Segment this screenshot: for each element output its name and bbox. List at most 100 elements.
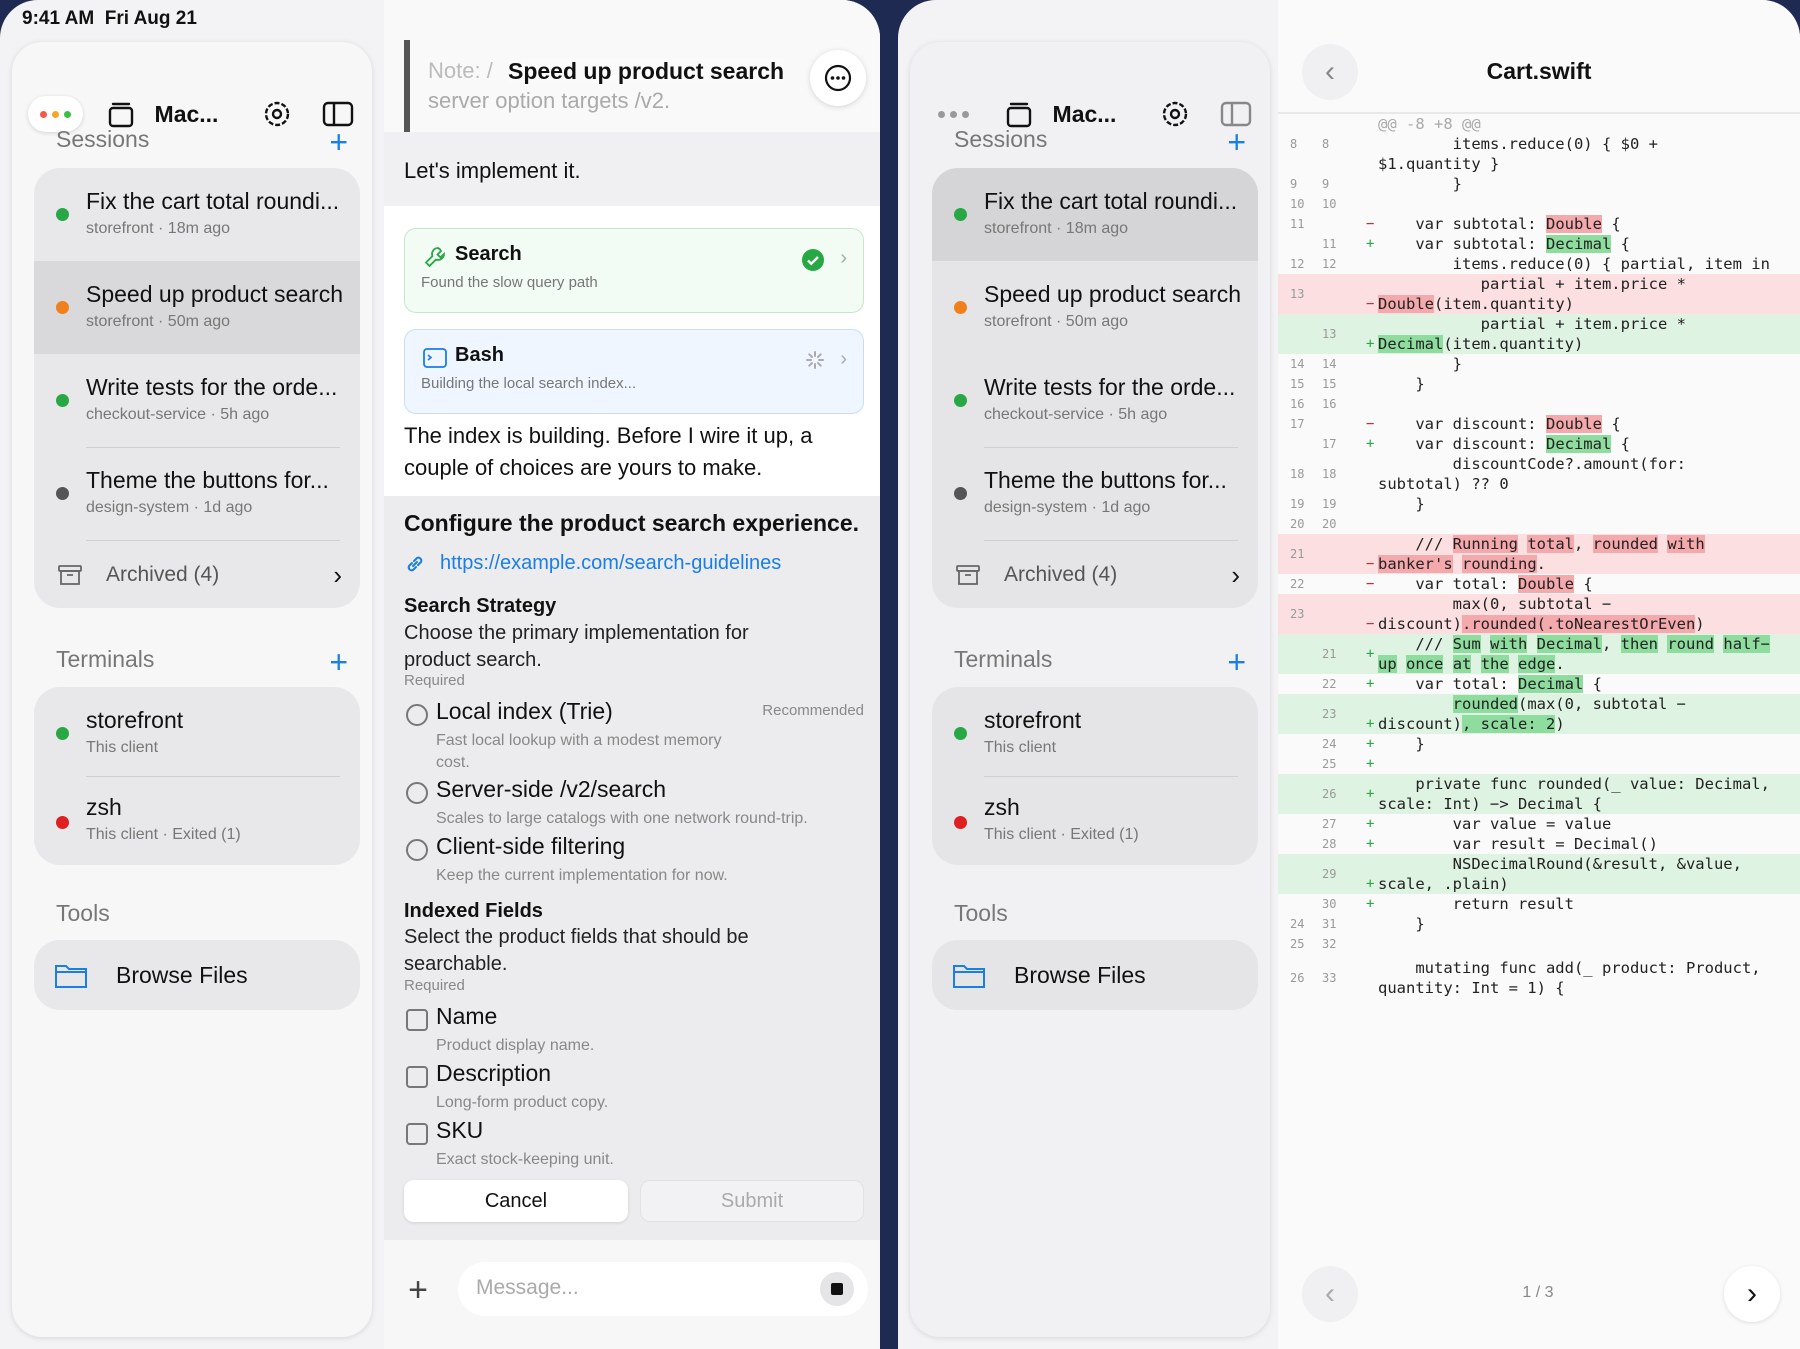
session-title: Write tests for the orde... [86,374,338,400]
session-item[interactable]: Speed up product search storefront · 50m… [932,261,1258,354]
chevron-left-icon: ‹ [1325,1277,1335,1310]
session-subtitle: storefront · 18m ago [86,220,231,237]
session-item[interactable]: Theme the buttons for... design-system ·… [932,447,1258,540]
chevron-right-icon: › [333,559,342,590]
cancel-button[interactable]: Cancel [404,1180,628,1222]
terminals-list: storefront This client zsh This client ·… [932,687,1258,865]
session-item[interactable]: Write tests for the orde... checkout-ser… [34,354,360,447]
archived-label: Archived (4) [106,563,220,586]
settings-icon[interactable] [1157,96,1192,132]
diff-line-added: 23 + rounded(max(0, subtotal − discount),… [1278,694,1800,734]
status-dot [954,727,967,740]
option-desc: Long-form product copy. [436,1094,609,1111]
ellipsis-icon [824,64,852,92]
option-desc: Keep the current implementation for now. [436,867,728,884]
terminal-title: zsh [86,794,122,820]
archived-row[interactable]: Archived (4) › [34,540,360,608]
session-item-selected[interactable]: Speed up product search storefront · 50m… [34,261,360,354]
chevron-right-icon: › [840,348,847,370]
tool-desc: Found the slow query path [421,274,598,291]
session-title: Write tests for the orde... [984,374,1236,400]
terminal-subtitle: This client · Exited (1) [86,826,241,843]
background-note: Note: / server option targets /v2. [404,40,844,132]
archived-row[interactable]: Archived (4) › [932,540,1258,608]
right-window: Mac... Sessions + Fix the cart total rou… [898,0,1800,1349]
chevron-right-icon: › [840,247,847,269]
terminal-title: storefront [984,707,1082,733]
checkbox-option[interactable]: SKU Exact stock-keeping unit. [404,1117,864,1168]
question-desc: Choose the primary implementation for pr… [404,622,749,671]
terminal-item[interactable]: zsh This client · Exited (1) [932,776,1258,865]
terminal-icon [423,348,447,368]
diff-line: 88 items.reduce(0) { $0 + $1.quantity } [1290,135,1658,173]
radio-icon [406,704,428,726]
message-input[interactable]: Message... [458,1262,868,1316]
terminal-title: storefront [86,707,184,733]
session-item-selected[interactable]: Fix the cart total roundi... storefront … [932,168,1258,261]
folder-icon [953,965,985,988]
link-icon [407,556,423,571]
message-placeholder: Message... [476,1276,579,1299]
terminal-item[interactable]: zsh This client · Exited (1) [34,776,360,865]
session-title: Fix the cart total roundi... [984,188,1238,214]
more-button[interactable] [810,50,866,106]
add-session-button[interactable]: + [1227,126,1246,158]
option-name: SKU [436,1117,484,1143]
diff-line-added: 21 + /// Sum with Decimal, then round hal… [1278,634,1800,674]
status-dot [954,394,967,407]
user-message: Let's implement it. [404,158,581,183]
tools-heading: Tools [56,900,110,926]
tool-call-bash[interactable]: Bash Building the local search index... … [404,329,864,414]
spinner-icon [806,351,824,369]
prev-hunk-button[interactable]: ‹ [1302,1266,1358,1322]
terminal-subtitle: This client [984,739,1057,756]
archived-label: Archived (4) [1004,563,1118,586]
session-title: Speed up product search [86,281,344,307]
option-desc: Exact stock-keeping unit. [436,1151,614,1168]
add-session-button[interactable]: + [329,126,348,158]
session-item[interactable]: Write tests for the orde... checkout-ser… [932,354,1258,447]
guidelines-link[interactable]: https://example.com/search-guidelines [404,552,781,575]
chat-header: Note: / server option targets /v2. Speed … [384,0,880,132]
settings-icon[interactable] [259,96,294,132]
radio-option[interactable]: Server-side /v2/search Scales to large c… [404,776,864,827]
divider [984,540,1238,541]
browse-files-button[interactable]: Browse Files [932,940,1258,1010]
session-item[interactable]: Theme the buttons for... design-system ·… [34,447,360,540]
next-hunk-button[interactable]: › [1724,1266,1780,1322]
terminal-item[interactable]: storefront This client [932,687,1258,776]
radio-option[interactable]: Client-side filtering Keep the current i… [404,833,864,884]
wrench-icon [424,247,445,268]
chat-pane: Note: / server option targets /v2. Speed … [384,0,880,1349]
checkbox-option[interactable]: Description Long-form product copy. [404,1060,864,1111]
stop-button[interactable] [820,1272,854,1306]
note-line: server option targets /v2. [428,88,671,113]
session-title: Speed up product search [984,281,1242,307]
browse-files-button[interactable]: Browse Files [34,940,360,1010]
tools-heading: Tools [954,900,1008,926]
terminal-subtitle: This client · Exited (1) [984,826,1139,843]
submit-button[interactable]: Submit [640,1180,864,1222]
session-subtitle: storefront · 50m ago [86,313,231,330]
browse-files-label: Browse Files [116,961,248,988]
status-dot [56,208,69,221]
option-desc: Fast local lookup with a modest memory c… [436,732,722,771]
attach-plus-icon[interactable]: + [398,1270,438,1310]
terminal-item[interactable]: storefront This client [34,687,360,776]
archive-icon [58,565,82,585]
chat-title: Speed up product search [508,58,785,85]
radio-option[interactable]: Local index (Trie) Fast local lookup wit… [404,698,864,771]
add-terminal-button[interactable]: + [1227,646,1246,678]
option-name: Client-side filtering [436,833,626,859]
option-desc: Product display name. [436,1037,595,1054]
checkmark-icon [802,249,824,271]
question-label: Search Strategy [404,595,557,617]
status-dot [56,301,69,314]
session-title: Theme the buttons for... [984,467,1227,493]
checkbox-option[interactable]: Name Product display name. [404,1003,864,1054]
tool-call-search[interactable]: Search Found the slow query path › [404,228,864,313]
add-terminal-button[interactable]: + [329,646,348,678]
session-item[interactable]: Fix the cart total roundi... storefront … [34,168,360,261]
option-desc: Scales to large catalogs with one networ… [436,810,808,827]
divider [86,540,340,541]
